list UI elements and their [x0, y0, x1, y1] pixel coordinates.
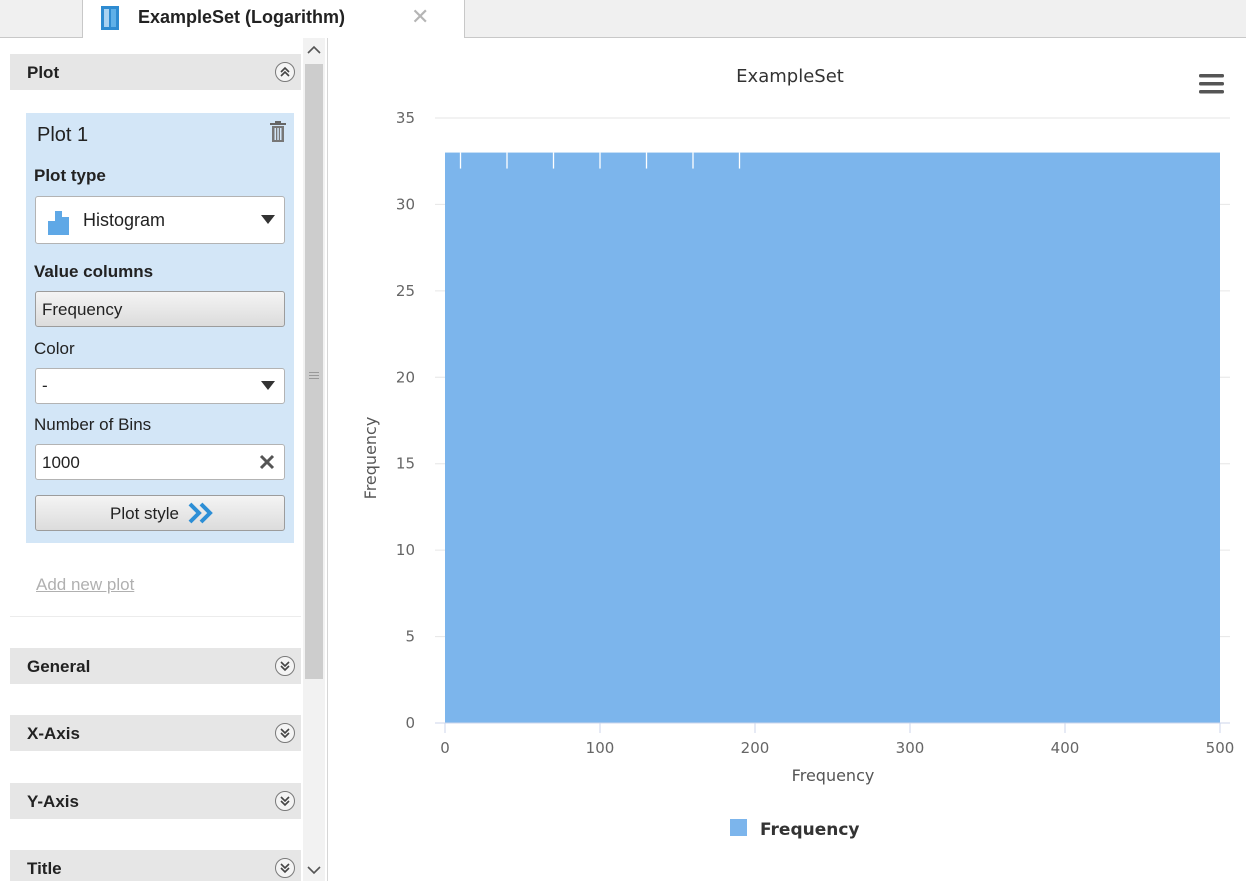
tab-bar: ExampleSet (Logarithm) ✕ — [0, 0, 1246, 38]
y-tick-label: 15 — [396, 455, 415, 473]
scroll-up-arrow-icon[interactable] — [303, 40, 325, 60]
grip-icon — [309, 368, 319, 379]
x-tick-label: 200 — [741, 739, 770, 757]
scroll-down-arrow-icon[interactable] — [303, 860, 325, 880]
plot-card-title: Plot 1 — [37, 124, 89, 146]
value-columns-value: Frequency — [42, 300, 123, 319]
y-tick-label: 5 — [405, 628, 415, 646]
x-tick-label: 400 — [1051, 739, 1080, 757]
section-title: Y-Axis — [27, 792, 79, 811]
histogram-chart: ExampleSet 0 5 10 15 20 25 30 35 0 100 200 300 400 50… — [361, 66, 1235, 840]
tab-exampleset-logarithm[interactable]: ExampleSet (Logarithm) ✕ — [82, 0, 465, 38]
trash-icon[interactable] — [270, 121, 286, 148]
color-label: Color — [34, 339, 75, 358]
x-tick-label: 100 — [586, 739, 615, 757]
expand-icon[interactable] — [275, 858, 295, 878]
expand-icon[interactable] — [275, 723, 295, 743]
legend-swatch — [730, 819, 747, 836]
y-tick-label: 10 — [396, 541, 415, 559]
section-header-y-axis[interactable]: Y-Axis — [10, 783, 301, 819]
divider — [10, 616, 301, 617]
tab-title: ExampleSet (Logarithm) — [138, 7, 346, 27]
x-tick-label: 300 — [896, 739, 925, 757]
legend-label: Frequency — [760, 820, 860, 840]
histogram-icon — [48, 207, 70, 240]
x-tick-label: 0 — [440, 739, 450, 757]
y-axis-title: Frequency — [361, 417, 380, 500]
collapse-icon[interactable] — [275, 62, 295, 82]
bins-label: Number of Bins — [34, 415, 152, 434]
plot-type-label: Plot type — [34, 166, 106, 185]
y-tick-label: 20 — [396, 368, 415, 386]
y-tick-label: 35 — [396, 109, 415, 127]
close-icon[interactable]: ✕ — [411, 4, 429, 30]
color-value: - — [42, 376, 48, 395]
clear-icon[interactable] — [259, 454, 275, 475]
plot-style-button[interactable]: Plot style — [35, 495, 285, 531]
section-header-title[interactable]: Title — [10, 850, 301, 881]
section-header-x-axis[interactable]: X-Axis — [10, 715, 301, 751]
y-tick-label: 30 — [396, 195, 415, 213]
value-columns-button[interactable]: Frequency — [35, 291, 285, 327]
expand-icon[interactable] — [275, 656, 295, 676]
chart-area: ExampleSet 0 5 10 15 20 25 30 35 0 100 200 300 400 50… — [328, 38, 1246, 881]
histogram-bar — [445, 152, 1220, 724]
plot-config-panel: Plot Plot 1 Plot type Histogram Value co… — [0, 38, 328, 881]
chart-title: ExampleSet — [736, 66, 844, 87]
plot-style-label: Plot style — [110, 504, 179, 523]
y-tick-label: 0 — [405, 714, 415, 732]
x-tick-label: 500 — [1206, 739, 1235, 757]
value-columns-label: Value columns — [34, 262, 154, 281]
section-title: General — [27, 657, 91, 676]
bins-value: 1000 — [42, 453, 80, 472]
section-title: Plot — [27, 63, 60, 82]
add-new-plot-link[interactable]: Add new plot — [36, 575, 134, 595]
y-tick-label: 25 — [396, 282, 415, 300]
plot-card: Plot 1 Plot type Histogram Value columns… — [26, 113, 294, 543]
legend-item[interactable]: Frequency — [730, 819, 860, 840]
section-header-general[interactable]: General — [10, 648, 301, 684]
color-select[interactable]: - — [35, 368, 285, 404]
x-axis-title: Frequency — [792, 766, 875, 785]
menu-icon[interactable] — [1199, 74, 1224, 94]
section-header-plot[interactable]: Plot — [10, 54, 301, 90]
chevron-down-icon — [261, 215, 275, 224]
plot-type-value: Histogram — [83, 210, 166, 230]
section-title: X-Axis — [27, 724, 80, 743]
plot-type-select[interactable]: Histogram — [35, 196, 285, 244]
chevron-down-icon — [261, 381, 275, 390]
dataset-table-icon — [101, 6, 119, 35]
double-chevron-right-icon — [188, 502, 214, 529]
bins-input[interactable]: 1000 — [35, 444, 285, 480]
section-title: Title — [27, 859, 62, 878]
expand-icon[interactable] — [275, 791, 295, 811]
